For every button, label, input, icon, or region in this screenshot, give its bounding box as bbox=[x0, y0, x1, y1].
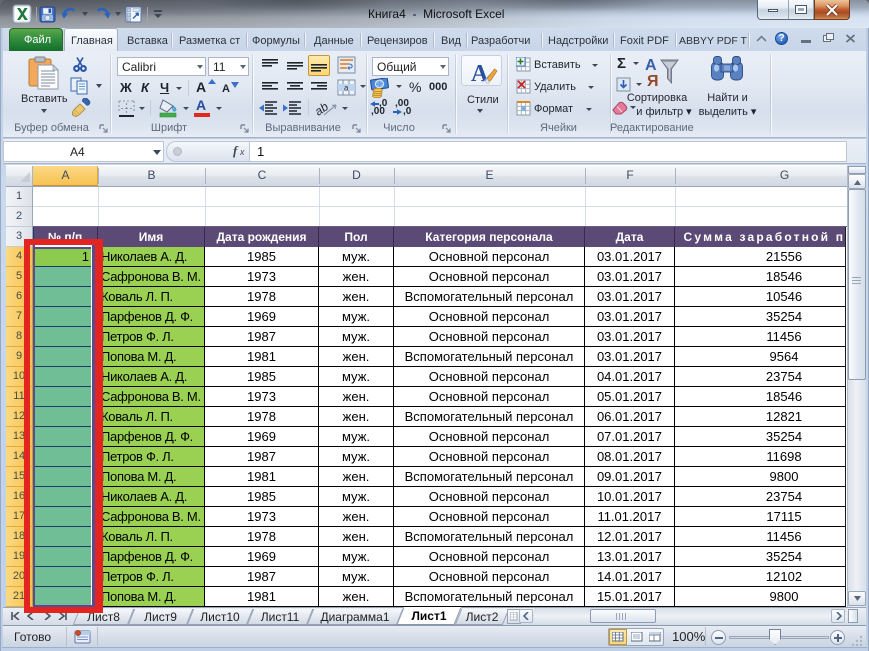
svg-text:ab: ab bbox=[316, 99, 331, 117]
svg-text:А: А bbox=[645, 57, 657, 74]
svg-text:Я: Я bbox=[647, 73, 659, 89]
svg-text:a: a bbox=[344, 84, 349, 93]
